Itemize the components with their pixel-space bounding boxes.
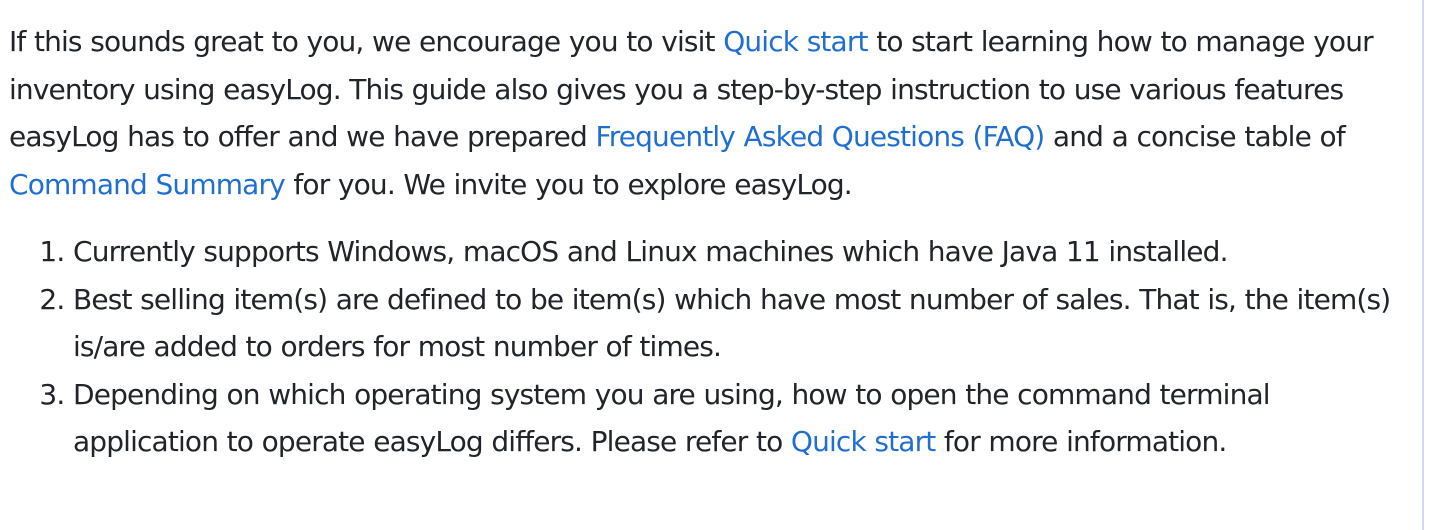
faq-link[interactable]: Frequently Asked Questions (FAQ) bbox=[595, 120, 1045, 153]
intro-text-4: for you. We invite you to explore easyLo… bbox=[284, 167, 852, 201]
intro-text-1: If this sounds great to you, we encourag… bbox=[9, 25, 724, 58]
quick-start-link[interactable]: Quick start bbox=[723, 25, 868, 58]
intro-paragraph: If this sounds great to you, we encourag… bbox=[9, 18, 1404, 208]
list-item-3: Depending on which operating system you … bbox=[73, 371, 1404, 466]
main-content: If this sounds great to you, we encourag… bbox=[9, 18, 1404, 466]
note-1-text: Currently supports Windows, macOS and Li… bbox=[73, 235, 1228, 268]
note-3-suffix: for more information. bbox=[935, 425, 1227, 458]
intro-text-3: and a concise table of bbox=[1044, 120, 1346, 153]
quick-start-link-2[interactable]: Quick start bbox=[791, 425, 936, 458]
note-2-text: Best selling item(s) are defined to be i… bbox=[73, 282, 1391, 364]
list-item-2: Best selling item(s) are defined to be i… bbox=[73, 276, 1404, 371]
list-item-1: Currently supports Windows, macOS and Li… bbox=[73, 228, 1404, 276]
notes-list: Currently supports Windows, macOS and Li… bbox=[9, 228, 1404, 466]
command-summary-link[interactable]: Command Summary bbox=[9, 168, 286, 201]
right-border bbox=[1422, 0, 1424, 530]
